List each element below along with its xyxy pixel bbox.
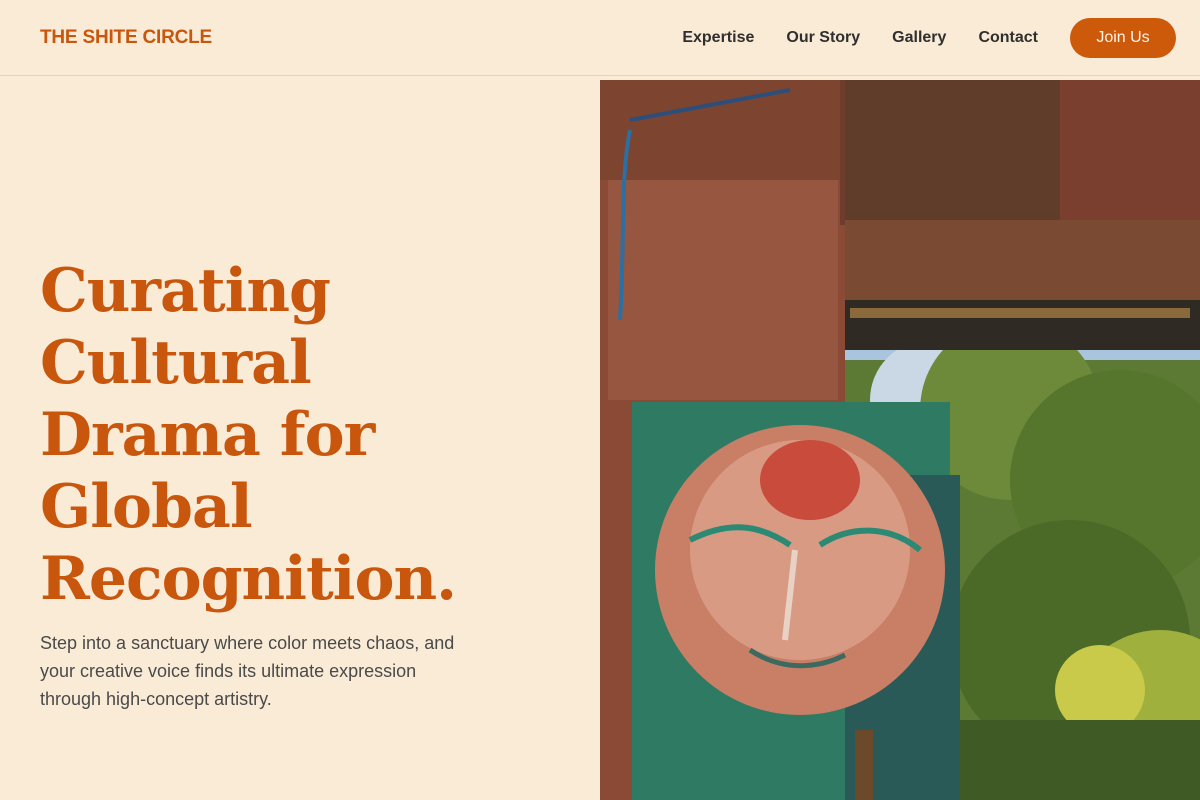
join-us-button[interactable]: Join Us [1070, 17, 1176, 58]
hero-image [600, 80, 1200, 800]
hero-subtitle: Step into a sanctuary where color meets … [40, 633, 455, 709]
nav-link-our-story[interactable]: Our Story [786, 29, 860, 47]
nav-link-gallery[interactable]: Gallery [892, 29, 946, 47]
main-nav: Expertise Our Story Gallery Contact Join… [682, 17, 1176, 58]
brand-logo[interactable]: THE SHITE CIRCLE [40, 27, 212, 49]
hero-artwork-photo [600, 80, 1200, 800]
nav-link-contact[interactable]: Contact [978, 29, 1038, 47]
hero-section: Curating Cultural Drama for Global Recog… [40, 255, 580, 713]
nav-link-expertise[interactable]: Expertise [682, 29, 754, 47]
site-header: THE SHITE CIRCLE Expertise Our Story Gal… [0, 0, 1200, 76]
hero-title: Curating Cultural Drama for Global Recog… [40, 256, 457, 614]
